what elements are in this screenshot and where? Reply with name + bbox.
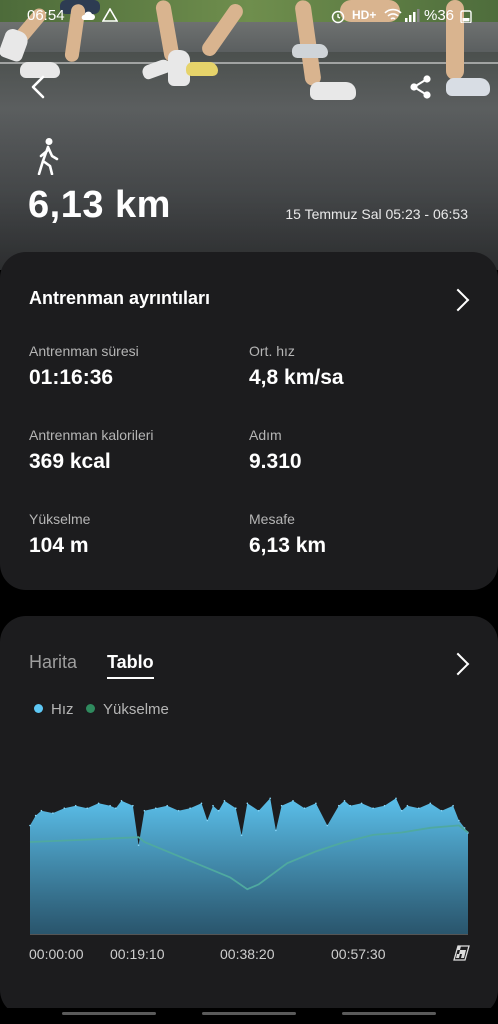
speed-data-point (137, 844, 140, 846)
speed-data-point (349, 804, 352, 807)
distance-value: 6,13 km (249, 534, 327, 557)
speed-data-point (246, 802, 249, 805)
speed-data-point (292, 800, 294, 802)
alarm-icon (331, 10, 345, 24)
speed-data-point (303, 807, 306, 809)
status-time: 06:54 (27, 7, 65, 24)
speed-data-point (29, 824, 31, 827)
system-nav-bar (0, 1008, 498, 1024)
nav-home-button[interactable] (202, 1012, 296, 1015)
runner-shoe (292, 44, 328, 58)
speed-data-point (240, 834, 243, 837)
speed-data-point (115, 807, 117, 809)
battery-percent: %36 (424, 7, 455, 24)
calories-label: Antrenman kalorileri (29, 427, 154, 443)
x-tick: 00:00:00 (29, 946, 84, 962)
road-line (0, 62, 498, 64)
network-label: HD+ (352, 8, 377, 22)
speed-data-point (418, 807, 420, 809)
speed-data-point (275, 829, 277, 832)
speed-data-point (189, 807, 191, 809)
elevation-value: 104 m (29, 534, 89, 557)
calories-value: 369 kcal (29, 450, 111, 473)
avg-speed-value: 4,8 km/sa (249, 366, 344, 389)
status-bar: 06:54 HD+ %36 (0, 0, 498, 32)
speed-data-point (395, 797, 397, 800)
speed-data-point (326, 824, 329, 827)
speed-data-point (166, 804, 168, 807)
header-photo (0, 0, 498, 270)
speed-data-point (143, 809, 146, 812)
speed-data-point (338, 804, 340, 807)
steps-value: 9.310 (249, 450, 302, 473)
signal-icon (405, 9, 420, 22)
speed-data-point (235, 807, 237, 809)
cloud-icon (81, 11, 95, 20)
wifi-icon (384, 8, 402, 20)
chevron-right-icon[interactable] (446, 288, 470, 312)
chart-card: Harita Tablo Hız Yükselme 00:00:00 00:19… (0, 616, 498, 1016)
runner-shoe (186, 62, 218, 76)
speed-data-point (343, 800, 346, 802)
back-chevron-icon[interactable] (22, 70, 56, 104)
speed-data-point (200, 802, 203, 805)
speed-data-point (212, 804, 214, 807)
elevation-label: Yükselme (29, 511, 91, 527)
avg-speed-label: Ort. hız (249, 343, 295, 359)
speed-data-point (109, 804, 111, 807)
speed-data-point (452, 804, 454, 807)
share-icon[interactable] (404, 70, 438, 104)
x-tick: 00:38:20 (220, 946, 275, 962)
speed-data-point (315, 802, 317, 805)
speed-data-point (97, 802, 100, 805)
walking-icon (37, 138, 59, 175)
speed-data-point (429, 802, 432, 805)
speed-data-point (206, 819, 209, 822)
speed-data-point (269, 797, 272, 800)
speed-data-point (86, 807, 88, 809)
nav-recent-button[interactable] (62, 1012, 156, 1015)
duration-label: Antrenman süresi (29, 343, 139, 359)
speed-data-point (155, 807, 157, 809)
speed-data-point (458, 819, 460, 822)
speed-data-point (132, 804, 134, 807)
workout-details-card[interactable]: Antrenman ayrıntıları Antrenman süresi 0… (0, 252, 498, 590)
speed-data-point (74, 804, 77, 807)
speed-data-point (217, 809, 220, 812)
speed-data-point (280, 804, 283, 807)
speed-elevation-chart (29, 797, 469, 935)
speed-data-point (52, 812, 54, 814)
speed-data-point (34, 814, 37, 817)
speed-series-area (30, 798, 468, 934)
x-tick: 00:57:30 (331, 946, 386, 962)
workout-date-range: 15 Temmuz Sal 05:23 - 06:53 (285, 206, 468, 222)
x-tick: 00:19:10 (110, 946, 165, 962)
runner-shoe (310, 82, 356, 100)
nav-back-button[interactable] (342, 1012, 436, 1015)
details-title: Antrenman ayrıntıları (29, 288, 211, 308)
speed-data-point (63, 807, 66, 809)
warning-icon (102, 8, 118, 22)
steps-label: Adım (249, 427, 282, 443)
speed-data-point (383, 804, 386, 807)
total-distance: 6,13 km (28, 184, 171, 226)
speed-data-point (400, 809, 403, 812)
speed-data-point (177, 809, 180, 812)
speed-data-point (223, 800, 226, 802)
speed-data-point (40, 809, 43, 812)
speed-data-point (360, 802, 363, 805)
runner-shoe (446, 78, 490, 96)
speed-data-point (406, 804, 409, 807)
speed-data-point (120, 800, 123, 802)
speed-data-point (372, 807, 374, 809)
duration-value: 01:16:36 (29, 366, 114, 389)
distance-label: Mesafe (249, 511, 295, 527)
finish-flag-icon (453, 945, 470, 961)
speed-data-point (257, 809, 260, 812)
battery-icon (460, 10, 472, 23)
speed-data-point (440, 809, 443, 812)
